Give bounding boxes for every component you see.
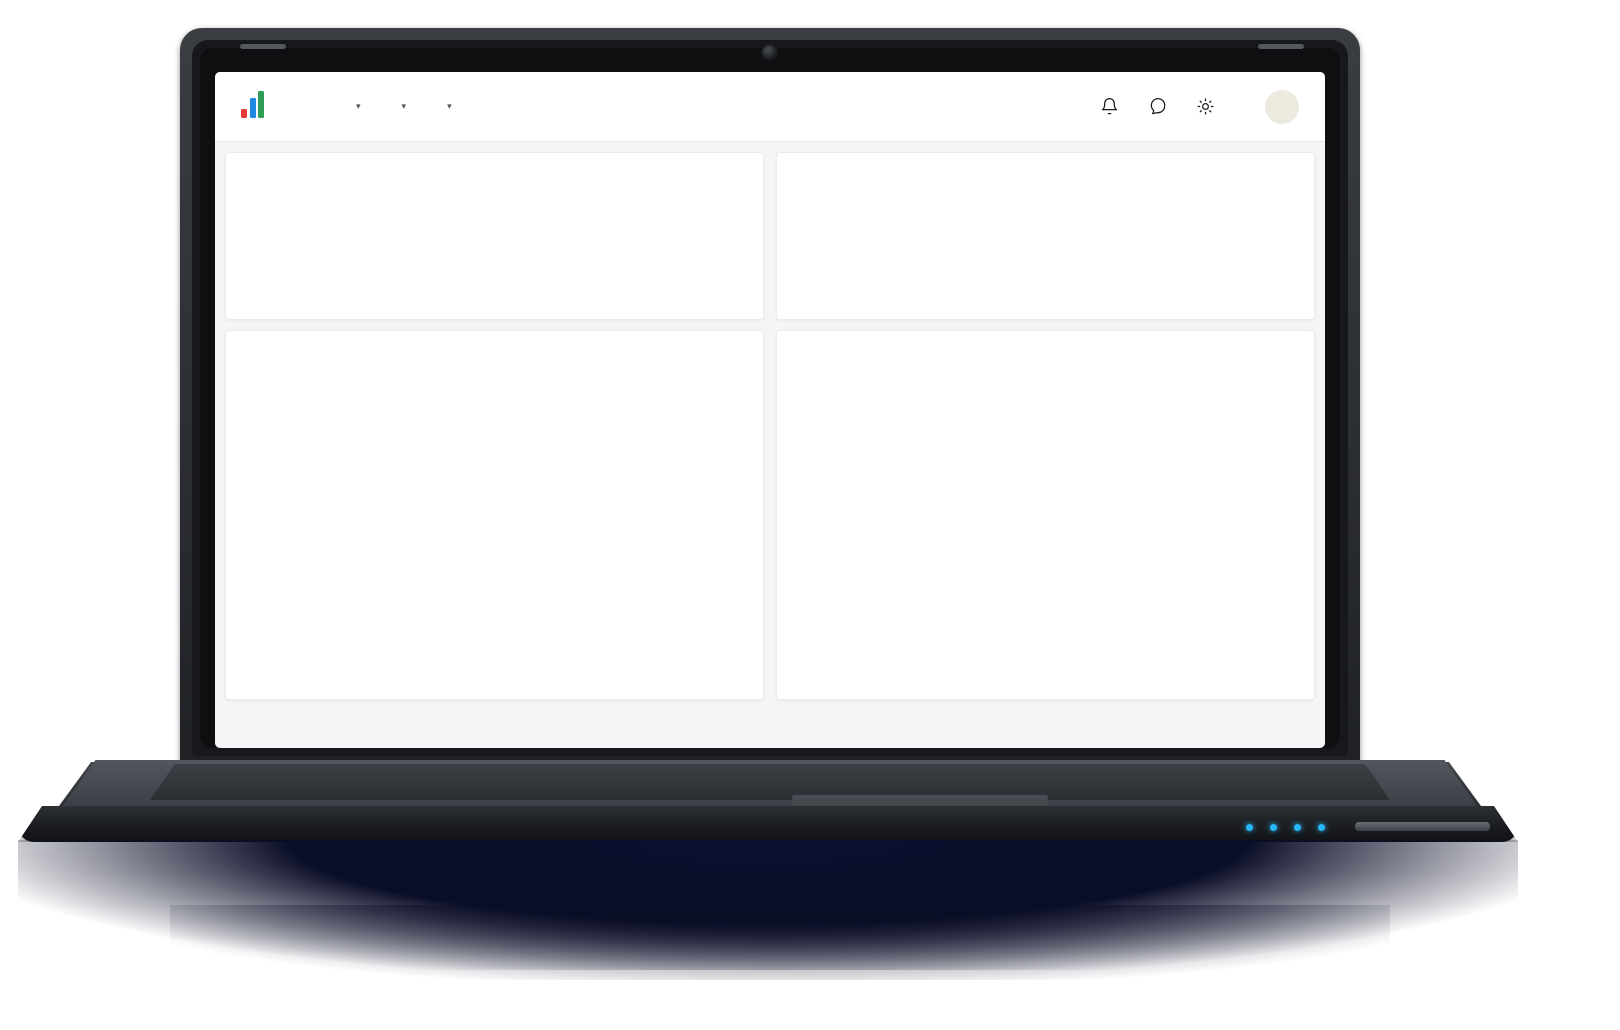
nav-item-configs[interactable]: ▾	[442, 101, 452, 112]
labor-hours-chart[interactable]	[238, 549, 751, 647]
theme-toggle-button[interactable]	[1193, 95, 1217, 119]
nav-item-dashboard[interactable]: ▾	[351, 101, 361, 112]
dashboard-content	[215, 142, 1325, 748]
status-led	[1294, 824, 1301, 831]
avatar[interactable]	[1265, 89, 1299, 124]
dps-logo[interactable]	[241, 91, 267, 122]
downtime-minutes-chart[interactable]	[789, 447, 1302, 545]
bell-icon	[1101, 98, 1117, 115]
drop-shadow-core	[170, 905, 1390, 980]
dashboard-app: ▾ ▾ ▾	[215, 72, 1325, 748]
laptop-mockup: ▾ ▾ ▾	[0, 0, 1620, 1030]
utilization-bar-chart[interactable]	[236, 161, 753, 311]
chevron-down-icon: ▾	[447, 101, 452, 111]
messages-button[interactable]	[1145, 95, 1169, 119]
top-navigation-bar: ▾ ▾ ▾	[215, 72, 1325, 142]
stacked-status-bar-chart[interactable]	[787, 161, 1304, 311]
units-per-labor-hour-block	[238, 341, 751, 443]
keyboard-keys	[160, 766, 1380, 798]
status-led	[1318, 824, 1325, 831]
chevron-down-icon: ▾	[401, 101, 407, 111]
downtime-percent-chart[interactable]	[789, 343, 1302, 443]
left-metrics-card	[225, 330, 764, 700]
downtime-minutes-block	[789, 447, 1302, 545]
downtime-percent-block	[789, 341, 1302, 443]
run-minutes-block	[789, 549, 1302, 647]
top-charts-row	[225, 152, 1315, 320]
laptop-base	[18, 806, 1518, 842]
status-led	[1270, 824, 1277, 831]
chat-icon	[1150, 98, 1165, 115]
logo-bars-icon	[241, 91, 264, 118]
screen: ▾ ▾ ▾	[215, 72, 1325, 748]
chevron-down-icon: ▾	[356, 101, 361, 111]
status-led	[1246, 824, 1253, 831]
front-accent-bar	[1355, 822, 1490, 831]
notifications-button[interactable]	[1097, 95, 1121, 119]
webcam	[761, 44, 779, 62]
top-bar-actions	[1097, 89, 1299, 124]
units-block	[238, 447, 751, 545]
hinge-notch-right	[1258, 44, 1304, 49]
units-per-labor-hour-chart[interactable]	[238, 343, 751, 443]
labor-hours-block	[238, 549, 751, 647]
main-nav: ▾ ▾ ▾	[351, 101, 452, 112]
stacked-status-bar-card	[776, 152, 1315, 320]
nav-item-tools[interactable]: ▾	[397, 101, 407, 112]
utilization-bar-card	[225, 152, 764, 320]
units-chart[interactable]	[238, 447, 751, 545]
run-minutes-chart[interactable]	[789, 549, 1302, 647]
brightness-icon	[1196, 98, 1214, 115]
bottom-charts-row	[225, 330, 1315, 700]
right-metrics-card	[776, 330, 1315, 700]
hinge-notch-left	[240, 44, 286, 49]
